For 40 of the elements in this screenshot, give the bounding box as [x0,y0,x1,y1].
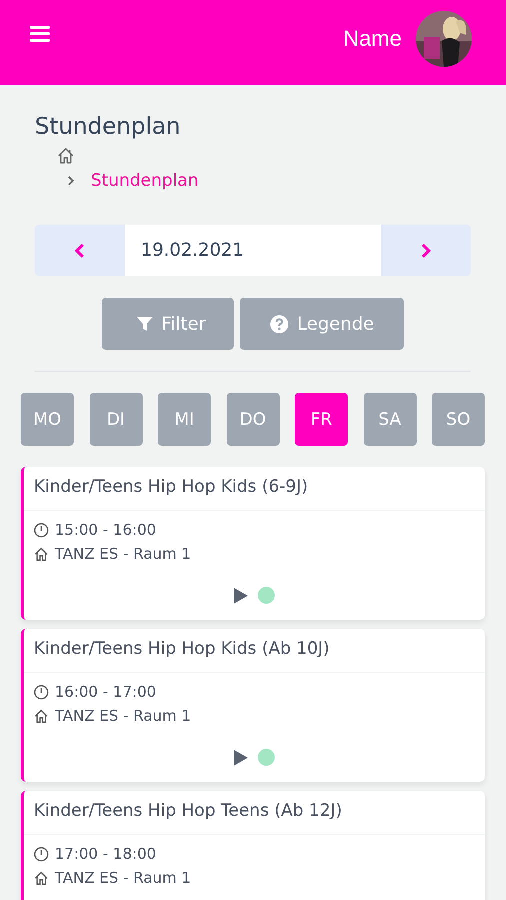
clock-icon [34,684,49,700]
page-title: Stundenplan [35,113,182,141]
class-card[interactable]: Kinder/Teens Hip Hop Kids (6-9J) 15:00 - 16:00 TANZ ES - Raum 1 [21,467,485,620]
day-tab[interactable]: SA [364,393,416,446]
filter-button[interactable]: Filter [102,298,234,350]
chevron-icon [67,175,75,187]
clock-icon [34,846,49,862]
user-name[interactable]: Name [343,26,402,52]
class-location: TANZ ES - Raum 1 [55,869,192,887]
chevron-right-icon [420,242,432,260]
menu-icon[interactable] [30,26,50,42]
play-icon[interactable] [234,750,248,766]
date-field[interactable]: 19.02.2021 [125,225,381,276]
filter-icon [136,315,154,333]
class-title: Kinder/Teens Hip Hop Teens (Ab 12J) [24,791,485,835]
class-time: 15:00 - 16:00 [55,521,156,539]
play-icon[interactable] [234,588,248,604]
class-title: Kinder/Teens Hip Hop Kids (Ab 10J) [24,629,485,673]
day-tab[interactable]: SO [432,393,485,446]
home-icon [34,870,49,886]
day-tab[interactable]: DO [226,393,280,446]
clock-icon [34,522,49,538]
class-location: TANZ ES - Raum 1 [55,707,192,725]
day-tab[interactable]: MO [21,393,74,446]
class-card[interactable]: Kinder/Teens Hip Hop Kids (Ab 10J) 16:00 - 17:00 TANZ ES - Raum 1 [21,629,485,782]
home-icon [34,708,49,724]
class-time: 16:00 - 17:00 [55,683,156,701]
home-icon [34,546,49,562]
class-title: Kinder/Teens Hip Hop Kids (6-9J) [24,467,485,511]
legend-button[interactable]: Legende [240,298,404,350]
class-time: 17:00 - 18:00 [55,845,156,863]
help-icon [270,314,290,334]
day-tab[interactable]: MI [158,393,211,446]
class-card[interactable]: Kinder/Teens Hip Hop Teens (Ab 12J) 17:00 - 18:00 TANZ ES - Raum 1 [21,791,485,900]
home-icon[interactable] [57,147,75,165]
class-location: TANZ ES - Raum 1 [55,545,192,563]
day-tab[interactable]: FR [295,393,348,446]
chevron-left-icon [74,242,86,260]
breadcrumb-link[interactable]: Stundenplan [91,171,199,191]
day-tab[interactable]: DI [90,393,142,446]
